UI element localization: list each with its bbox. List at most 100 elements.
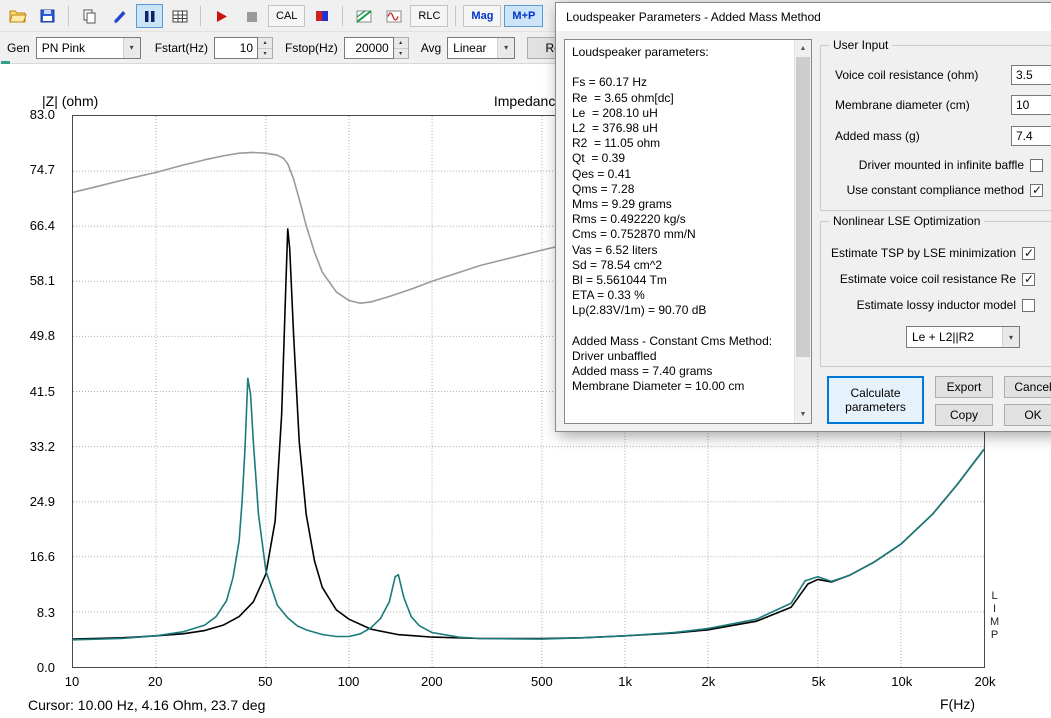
waveform-icon — [385, 8, 403, 24]
x-tick-label: 2k — [678, 674, 738, 689]
red-blue-flag-icon — [313, 8, 330, 24]
toolbar-separator — [200, 6, 201, 26]
lossy-inductor-checkbox[interactable] — [1022, 299, 1035, 312]
cancel-button[interactable]: Cancel — [1004, 376, 1051, 398]
overlay-curve-button[interactable] — [350, 4, 377, 28]
lse-minimization-row: Estimate TSP by LSE minimization — [831, 246, 1035, 260]
spin-up-icon: ▴ — [394, 38, 408, 49]
pen-icon — [111, 8, 128, 24]
lse-optimization-group: Nonlinear LSE Optimization Estimate TSP … — [820, 221, 1051, 367]
fstart-spinner[interactable]: ▴▾ — [258, 37, 273, 59]
averaging-value: Linear — [453, 41, 486, 55]
x-axis-title: F(Hz) — [940, 696, 975, 712]
fstop-label: Fstop(Hz) — [285, 41, 338, 55]
spin-up-icon: ▴ — [258, 38, 272, 49]
scrollbar[interactable]: ▲ ▼ — [794, 40, 811, 423]
x-tick-label: 500 — [512, 674, 572, 689]
infinite-baffle-row: Driver mounted in infinite baffle — [859, 158, 1043, 172]
fstart-field: ▴▾ — [214, 37, 273, 59]
magnitude-phase-view-button[interactable]: M+P — [504, 5, 543, 27]
y-tick-label: 83.0 — [0, 107, 62, 122]
dialog-titlebar[interactable]: Loudspeaker Parameters - Added Mass Meth… — [556, 3, 1051, 31]
ok-button[interactable]: OK — [1004, 404, 1051, 426]
parameters-result-box[interactable]: Loudspeaker parameters: Fs = 60.17 Hz Re… — [564, 39, 812, 424]
lse-legend: Nonlinear LSE Optimization — [829, 214, 984, 228]
toolbar-separator — [342, 6, 343, 26]
toolbar-separator — [68, 6, 69, 26]
membrane-diameter-input[interactable] — [1011, 95, 1051, 115]
table-view-button[interactable] — [166, 4, 193, 28]
rlc-button[interactable]: RLC — [410, 5, 448, 27]
averaging-select[interactable]: Linear ▾ — [447, 37, 515, 59]
magnitude-view-button[interactable]: Mag — [463, 5, 501, 27]
signal-waveform-button[interactable] — [380, 4, 407, 28]
y-tick-label: 41.5 — [0, 384, 62, 399]
estimate-tsp-checkbox[interactable] — [1022, 247, 1035, 260]
generator-type-select[interactable]: PN Pink ▾ — [36, 37, 141, 59]
copy-icon — [81, 8, 98, 24]
chevron-down-icon: ▾ — [1002, 327, 1019, 347]
lossy-inductor-row: Estimate lossy inductor model — [857, 298, 1035, 312]
stop-measurement-button[interactable] — [238, 4, 265, 28]
calibration-flag-button[interactable] — [308, 4, 335, 28]
checkbox-label: Estimate lossy inductor model — [857, 298, 1016, 312]
play-icon — [213, 8, 230, 24]
y-tick-label: 66.4 — [0, 218, 62, 233]
cursor-status-text: Cursor: 10.00 Hz, 4.16 Ohm, 23.7 deg — [28, 697, 265, 713]
x-tick-label: 50 — [235, 674, 295, 689]
calibrate-button[interactable]: CAL — [268, 5, 305, 27]
added-mass-row: Added mass (g) — [835, 125, 1051, 147]
x-tick-label: 1k — [595, 674, 655, 689]
copy-button[interactable] — [76, 4, 103, 28]
added-mass-input[interactable] — [1011, 126, 1051, 146]
user-input-group: User Input Voice coil resistance (ohm) M… — [820, 45, 1051, 211]
y-tick-label: 0.0 — [0, 660, 62, 675]
inductor-model-select[interactable]: Le + L2||R2 ▾ — [906, 326, 1020, 348]
chevron-down-icon: ▾ — [123, 38, 140, 58]
open-file-button[interactable] — [4, 4, 31, 28]
start-measurement-button[interactable] — [208, 4, 235, 28]
fstop-spinner[interactable]: ▴▾ — [394, 37, 409, 59]
y-tick-label: 49.8 — [0, 328, 62, 343]
avg-label: Avg — [421, 41, 441, 55]
spin-down-icon: ▾ — [394, 49, 408, 59]
constant-compliance-checkbox[interactable] — [1030, 184, 1043, 197]
x-tick-label: 20 — [125, 674, 185, 689]
pause-button[interactable] — [136, 4, 163, 28]
checkbox-label: Driver mounted in infinite baffle — [859, 158, 1024, 172]
checkbox-label: Use constant compliance method — [847, 183, 1024, 197]
fstop-field: ▴▾ — [344, 37, 409, 59]
save-floppy-icon — [39, 8, 56, 24]
fstart-label: Fstart(Hz) — [155, 41, 208, 55]
infinite-baffle-checkbox[interactable] — [1030, 159, 1043, 172]
estimate-re-checkbox[interactable] — [1022, 273, 1035, 286]
field-label: Membrane diameter (cm) — [835, 98, 970, 112]
field-label: Voice coil resistance (ohm) — [835, 68, 978, 82]
save-file-button[interactable] — [34, 4, 61, 28]
copy-button[interactable]: Copy — [935, 404, 993, 426]
x-tick-label: 200 — [402, 674, 462, 689]
edit-pen-button[interactable] — [106, 4, 133, 28]
inductor-model-value: Le + L2||R2 — [912, 330, 974, 344]
pause-icon — [141, 8, 158, 24]
fstart-input[interactable] — [214, 37, 258, 59]
calculate-parameters-button[interactable]: Calculate parameters — [827, 376, 924, 424]
loudspeaker-parameters-dialog: Loudspeaker Parameters - Added Mass Meth… — [555, 2, 1051, 432]
dialog-title: Loudspeaker Parameters - Added Mass Meth… — [566, 10, 821, 24]
table-icon — [171, 8, 189, 24]
scroll-up-icon[interactable]: ▲ — [795, 40, 811, 57]
chevron-down-icon: ▾ — [497, 38, 514, 58]
x-tick-label: 100 — [319, 674, 379, 689]
checkbox-label: Estimate voice coil resistance Re — [840, 272, 1016, 286]
voice-coil-resistance-input[interactable] — [1011, 65, 1051, 85]
generator-type-value: PN Pink — [42, 41, 85, 55]
fstop-input[interactable] — [344, 37, 394, 59]
export-button[interactable]: Export — [935, 376, 993, 398]
scroll-down-icon[interactable]: ▼ — [795, 406, 811, 423]
membrane-diameter-row: Membrane diameter (cm) — [835, 94, 1051, 116]
y-tick-label: 8.3 — [0, 605, 62, 620]
scroll-thumb[interactable] — [796, 57, 810, 357]
open-folder-icon — [9, 8, 27, 24]
x-tick-label: 10 — [42, 674, 102, 689]
x-tick-label: 20k — [955, 674, 1015, 689]
